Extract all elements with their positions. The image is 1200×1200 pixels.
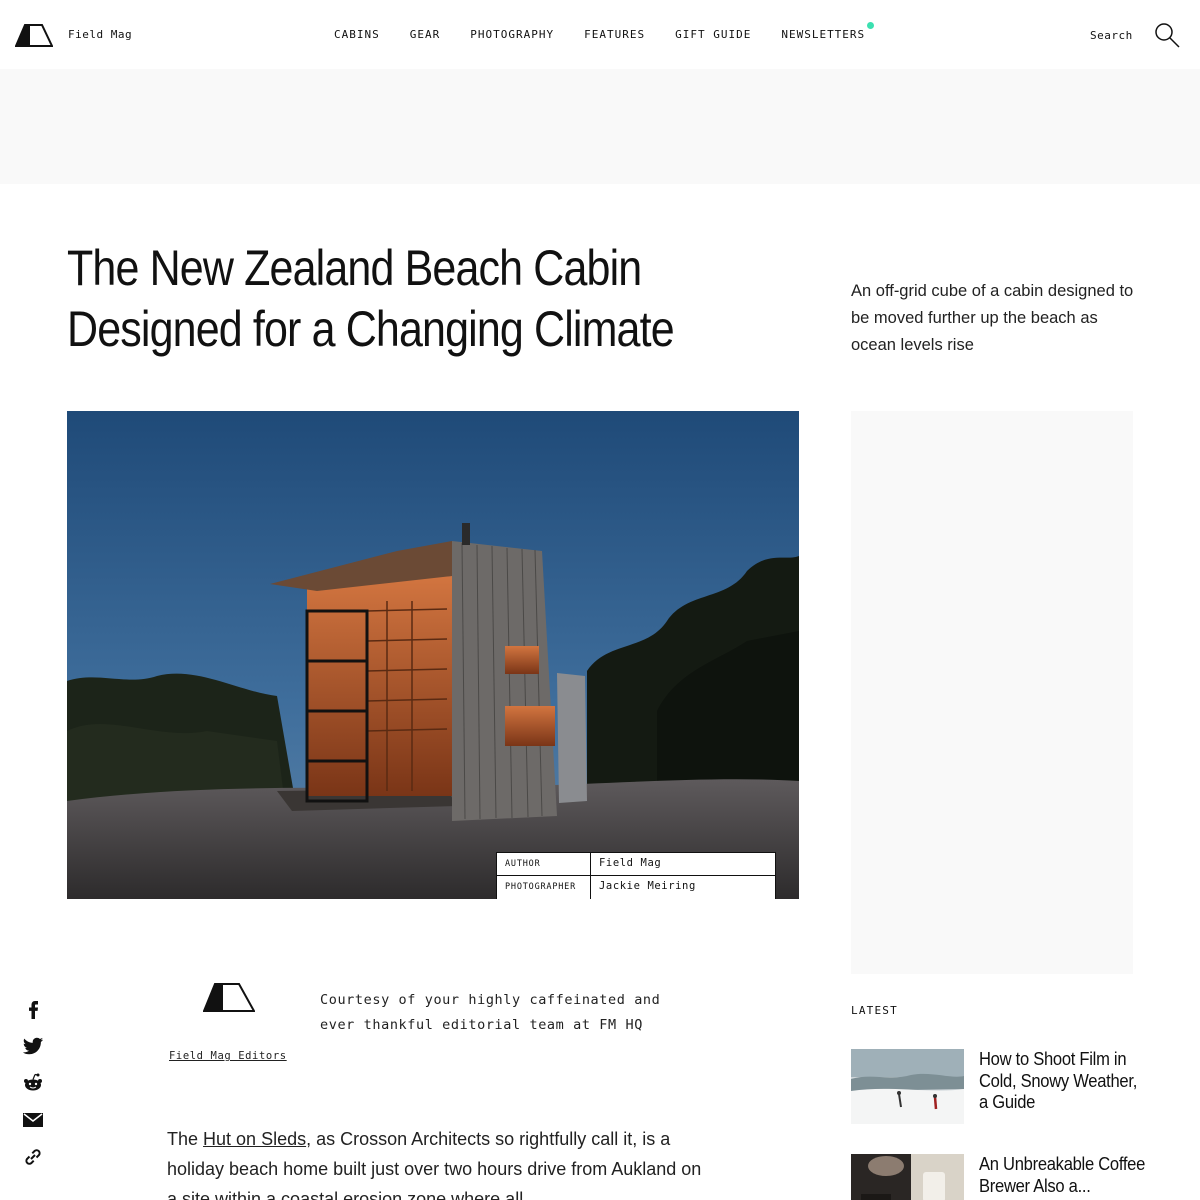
nav-cabins[interactable]: CABINS: [334, 28, 380, 41]
hero-image: AUTHOR Field Mag PHOTOGRAPHER Jackie Mei…: [67, 411, 799, 899]
facebook-icon[interactable]: [22, 998, 44, 1020]
brand-name[interactable]: Field Mag: [68, 28, 132, 41]
hut-on-sleds-link[interactable]: Hut on Sleds: [203, 1129, 306, 1149]
title-line-1: The New Zealand Beach Cabin: [67, 240, 642, 296]
sidebar-ad-slot: [851, 411, 1133, 974]
author-link[interactable]: Field Mag Editors: [169, 1050, 287, 1062]
credit-value[interactable]: Field Mag: [591, 853, 661, 875]
reddit-icon[interactable]: [22, 1072, 44, 1094]
coffee-photo: [851, 1154, 964, 1200]
article-body: The Hut on Sleds, as Crosson Architects …: [167, 1124, 707, 1200]
latest-thumbnail[interactable]: [851, 1154, 964, 1200]
snow-photo: [851, 1049, 964, 1124]
twitter-icon[interactable]: [22, 1035, 44, 1057]
credit-row-photographer: PHOTOGRAPHER Jackie Meiring: [497, 876, 775, 899]
credit-row-author: AUTHOR Field Mag: [497, 853, 775, 876]
nav-features[interactable]: FEATURES: [584, 28, 645, 41]
nav-gift-guide[interactable]: GIFT GUIDE: [675, 28, 751, 41]
link-icon[interactable]: [22, 1146, 44, 1168]
body-intro: The: [167, 1129, 204, 1149]
share-rail: [22, 998, 46, 1183]
nav-gear[interactable]: GEAR: [410, 28, 441, 41]
latest-label: LATEST: [851, 1004, 898, 1017]
credit-label: AUTHOR: [497, 853, 591, 875]
title-line-2: Designed for a Changing Climate: [67, 301, 675, 357]
field-mag-logo-icon[interactable]: [15, 23, 53, 47]
top-ad-slot: [0, 69, 1200, 184]
nav-newsletters-label: NEWSLETTERS: [781, 28, 866, 41]
site-header: Field Mag CABINS GEAR PHOTOGRAPHY FEATUR…: [0, 0, 1200, 69]
author-bio: Courtesy of your highly caffeinated and …: [320, 992, 661, 1033]
credit-value[interactable]: Jackie Meiring: [591, 876, 696, 899]
author-logo-icon: [203, 983, 255, 1012]
latest-thumbnail[interactable]: [851, 1049, 964, 1124]
photo-credits: AUTHOR Field Mag PHOTOGRAPHER Jackie Mei…: [496, 852, 776, 899]
email-icon[interactable]: [22, 1109, 44, 1131]
new-indicator-dot: [867, 22, 875, 29]
main-nav: CABINS GEAR PHOTOGRAPHY FEATURES GIFT GU…: [334, 22, 895, 41]
credit-label: PHOTOGRAPHER: [497, 876, 591, 899]
cabin-photo: [67, 411, 799, 899]
latest-title[interactable]: How to Shoot Film in Cold, Snowy Weather…: [979, 1049, 1149, 1114]
search-label[interactable]: Search: [1090, 29, 1133, 42]
article-dek: An off-grid cube of a cabin designed to …: [851, 282, 1134, 354]
article-title: The New Zealand Beach Cabin Designed for…: [67, 238, 772, 360]
nav-newsletters[interactable]: NEWSLETTERS: [781, 22, 875, 41]
latest-title[interactable]: An Unbreakable Coffee Brewer Also a...: [979, 1154, 1149, 1197]
search-icon[interactable]: [1154, 22, 1180, 48]
nav-photography[interactable]: PHOTOGRAPHY: [470, 28, 554, 41]
